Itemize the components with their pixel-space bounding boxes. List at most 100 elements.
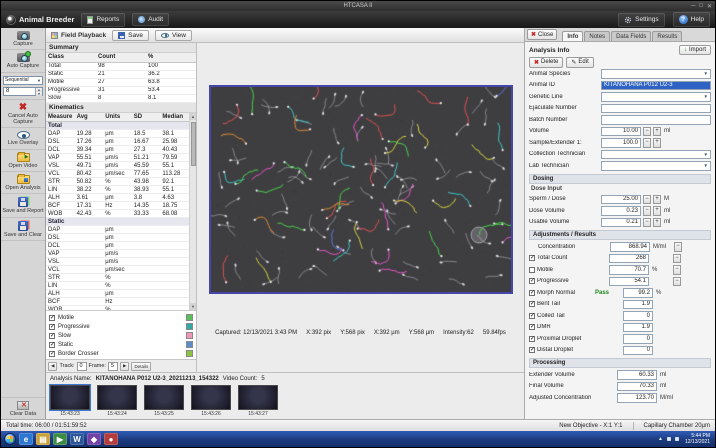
reports-button[interactable]: Reports [81, 13, 125, 27]
video-thumbnail[interactable]: 15:43:26 [191, 385, 231, 417]
sidebar-item-save-and-clear[interactable]: Save and Clear [1, 218, 45, 241]
next-frame-button[interactable]: ▶ [120, 362, 129, 371]
taskbar-icon-explorer[interactable]: ▤ [36, 433, 50, 445]
sidebar-item-open-analysis[interactable]: Open Analysis [1, 172, 45, 194]
total-count-value[interactable]: 268 [609, 254, 649, 264]
app-menu-button[interactable]: Animal Breeder [6, 15, 74, 25]
minus-button[interactable]: − [643, 195, 651, 205]
edit-button[interactable]: ✎ Edit [566, 57, 593, 68]
checkbox-icon[interactable]: ✓ [529, 301, 535, 307]
adjust-minus-button[interactable]: − [673, 265, 681, 275]
ejaculate-number-input[interactable] [601, 104, 711, 114]
adjust-minus-button[interactable]: − [674, 242, 682, 252]
details-button[interactable]: Details [131, 362, 151, 371]
sidebar-item-save-and-report[interactable]: Save and Report [1, 194, 45, 217]
frame-value[interactable]: 5 [108, 362, 118, 371]
sidebar-item-capture[interactable]: Capture [1, 28, 45, 50]
checkbox-icon[interactable]: ✓ [529, 278, 535, 284]
close-panel-button[interactable]: ✖ Close [527, 29, 557, 40]
start-button[interactable] [4, 433, 16, 445]
bent-tail-value[interactable]: 1.9 [623, 300, 653, 310]
dmr-value[interactable]: 1.9 [623, 323, 653, 333]
adjust-minus-button[interactable]: − [673, 254, 681, 264]
video-thumbnail[interactable]: 15:43:23 [50, 385, 90, 417]
audit-button[interactable]: Audit [132, 13, 169, 26]
tab-info[interactable]: Info [562, 31, 583, 41]
progressive-value[interactable]: 54.1 [609, 277, 649, 287]
minus-button[interactable]: − [643, 127, 651, 137]
filter-row-progressive[interactable]: ✓Progressive [49, 322, 193, 331]
plus-button[interactable]: + [653, 195, 661, 205]
scrollbar-thumb[interactable] [191, 122, 196, 166]
scroll-up-icon[interactable]: ▲ [190, 113, 196, 120]
sperm-dose-input[interactable]: 25.00 [601, 195, 641, 205]
video-thumbnail[interactable]: 15:43:27 [238, 385, 278, 417]
import-button[interactable]: ↓ Import [679, 45, 711, 55]
coiled-tail-value[interactable]: 0 [623, 311, 653, 321]
taskbar-icon-ie[interactable]: e [19, 433, 33, 445]
filter-row-border-crosser[interactable]: ✓Border Crosser [49, 349, 193, 358]
taskbar-icon-word[interactable]: W [70, 433, 84, 445]
tray-expand-icon[interactable]: ▲ [658, 436, 663, 442]
collection-technician-select[interactable]: ▼ [601, 150, 711, 160]
spin-down-icon[interactable]: ▼ [36, 92, 42, 96]
checkbox-icon[interactable]: ✓ [529, 313, 535, 319]
concentration-value[interactable]: 868.94 [610, 242, 650, 252]
sequential-mode-select[interactable]: Sequential ▼ [3, 76, 43, 85]
network-icon[interactable] [667, 437, 671, 441]
taskbar-clock[interactable]: 5:44 PM 12/13/2021 [683, 433, 712, 445]
checkbox-icon[interactable]: ✓ [529, 324, 535, 330]
dose-volume-input[interactable]: 0.23 [601, 206, 641, 216]
sidebar-item-open-video[interactable]: Open Video [1, 150, 45, 172]
minus-button[interactable]: − [643, 218, 651, 228]
prev-track-button[interactable]: ◀ [48, 362, 57, 371]
taskbar-icon-media[interactable]: ▶ [53, 433, 67, 445]
filter-row-static[interactable]: ✓Static [49, 340, 193, 349]
maximize-button[interactable]: □ [699, 3, 703, 9]
morph-normal-value[interactable]: 99.2 [623, 288, 653, 298]
checkbox-icon[interactable]: ✓ [49, 351, 55, 357]
track-value[interactable]: 0 [77, 362, 87, 371]
taskbar-icon-app1[interactable]: ◆ [87, 433, 101, 445]
checkbox-icon[interactable]: ✓ [529, 255, 535, 261]
genetic-line-select[interactable]: ▼ [601, 92, 711, 102]
filter-row-slow[interactable]: ✓Slow [49, 331, 193, 340]
adjusted-concentration-value[interactable]: 123.70 [617, 393, 657, 403]
checkbox-icon[interactable]: ✓ [529, 336, 535, 342]
close-window-button[interactable]: ✕ [707, 3, 712, 10]
motile-value[interactable]: 70.7 [609, 265, 649, 275]
lab-technician-select[interactable]: ▼ [601, 161, 711, 171]
tab-data-fields[interactable]: Data Fields [611, 31, 651, 41]
kinematics-scrollbar[interactable]: ▲ ▼ [189, 113, 196, 311]
checkbox-icon[interactable]: ✓ [529, 290, 535, 296]
minus-button[interactable]: − [643, 206, 651, 216]
view-button[interactable]: View [155, 30, 192, 41]
scroll-down-icon[interactable]: ▼ [190, 303, 196, 310]
sidebar-item-clear-data[interactable]: Clear Data [1, 397, 45, 419]
final-volume-value[interactable]: 70.33 [617, 382, 657, 392]
minimize-button[interactable]: ─ [691, 3, 695, 9]
video-thumbnail[interactable]: 15:43:24 [97, 385, 137, 417]
taskbar-icon-app2[interactable]: ● [104, 433, 118, 445]
animal-id-input[interactable]: KITANOHANA P012 U2-3 [601, 81, 711, 91]
batch-number-input[interactable] [601, 115, 711, 125]
adjust-minus-button[interactable]: − [673, 277, 681, 287]
sidebar-item-cancel-auto-capture[interactable]: ✖ Cancel Auto Capture [1, 100, 45, 129]
settings-button[interactable]: Settings [618, 13, 665, 27]
sequential-count-stepper[interactable]: 8 ▲ ▼ [3, 87, 43, 96]
extender-volume-value[interactable]: 60.33 [617, 370, 657, 380]
filter-row-motile[interactable]: ✓Motile [49, 313, 193, 322]
tab-notes[interactable]: Notes [584, 31, 610, 41]
minus-button[interactable]: − [643, 138, 651, 148]
help-button[interactable]: ? Help [673, 12, 710, 27]
usable-volume-input[interactable]: 0.21 [601, 218, 641, 228]
volume-input[interactable]: 10.00 [601, 127, 641, 137]
checkbox-icon[interactable]: ✓ [529, 347, 535, 353]
checkbox-icon[interactable]: ✓ [49, 324, 55, 330]
checkbox-icon[interactable]: ✓ [49, 315, 55, 321]
volume-icon[interactable] [675, 437, 679, 441]
checkbox-icon[interactable]: ✓ [49, 333, 55, 339]
proximal-droplet-value[interactable]: 0 [623, 334, 653, 344]
delete-button[interactable]: ✖ Delete [529, 57, 563, 68]
distal-droplet-value[interactable]: 0 [623, 346, 653, 356]
